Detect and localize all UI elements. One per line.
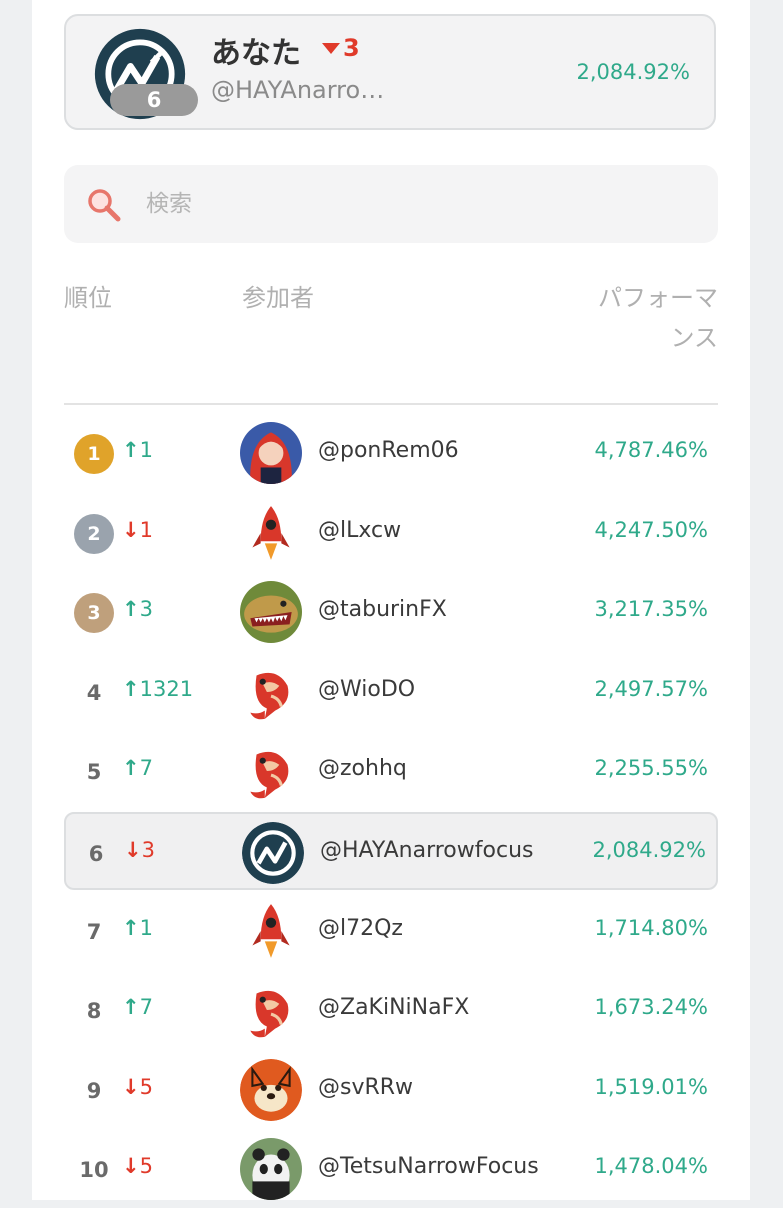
arrow-down-icon: ↓ (124, 838, 142, 862)
your-rank-card[interactable]: 6 あなた 3 @HAYAnarro… 2,084.92% (64, 14, 716, 130)
avatar-rocket[interactable] (240, 900, 302, 962)
participant-handle[interactable]: @svRRw (318, 1075, 413, 1100)
leaderboard-row[interactable]: 3 ↑3 @taburinFX 3,217.35% (64, 573, 718, 651)
avatar-panda[interactable] (240, 1138, 302, 1200)
column-header-rank[interactable]: 順位 (64, 278, 112, 313)
arrow-down-icon: ↓ (122, 1154, 140, 1178)
rank-change-value: 5 (139, 1154, 153, 1178)
rank-change: ↑3 (122, 597, 153, 621)
participant-handle[interactable]: @ZaKiNiNaFX (318, 995, 469, 1020)
rank-number: 9 (86, 1079, 102, 1103)
avatar-rocket[interactable] (240, 502, 302, 564)
triangle-down-icon (322, 43, 340, 54)
arrow-up-icon: ↑ (122, 995, 140, 1019)
your-rank-change-value: 3 (343, 34, 360, 62)
rank-change: ↑1321 (122, 677, 193, 701)
your-rank-change: 3 (322, 34, 360, 62)
rank-change-value: 1 (139, 438, 153, 462)
rank-number: 4 (86, 681, 102, 705)
performance-value: 4,247.50% (594, 518, 708, 542)
rank-change: ↑7 (122, 995, 153, 1019)
rank-change-value: 7 (139, 995, 153, 1019)
arrow-up-icon: ↑ (122, 756, 140, 780)
rank-change-value: 5 (139, 1075, 153, 1099)
avatar-anime-girl[interactable] (240, 422, 302, 484)
rank-change-value: 7 (139, 756, 153, 780)
performance-value: 1,673.24% (594, 995, 708, 1019)
leaderboard-row[interactable]: 5 ↑7 @zohhq 2,255.55% (64, 732, 718, 810)
leaderboard-row[interactable]: 1 ↑1 @ponRem06 4,787.46% (64, 414, 718, 492)
participant-handle[interactable]: @WioDO (318, 677, 415, 702)
rank-change: ↑1 (122, 438, 153, 462)
performance-value: 4,787.46% (594, 438, 708, 462)
rank-change-value: 1 (139, 916, 153, 940)
rank-number: 10 (79, 1158, 109, 1182)
participant-handle[interactable]: @HAYAnarrowfocus (320, 838, 533, 863)
rank-change: ↑7 (122, 756, 153, 780)
search-icon (88, 189, 121, 222)
arrow-up-icon: ↑ (122, 677, 140, 701)
arrow-down-icon: ↓ (122, 1075, 140, 1099)
avatar-shiba[interactable] (240, 1059, 302, 1121)
search-bar[interactable] (64, 165, 718, 243)
performance-value: 2,497.57% (594, 677, 708, 701)
performance-value: 2,255.55% (594, 756, 708, 780)
performance-value: 3,217.35% (594, 597, 708, 621)
leaderboard-row[interactable]: 7 ↑1 @l72Qz 1,714.80% (64, 892, 718, 970)
rank-medal: 2 (74, 514, 114, 554)
leaderboard-row[interactable]: 10 ↓5 @TetsuNarrowFocus 1,478.04% (64, 1130, 718, 1208)
column-header-participant[interactable]: 参加者 (242, 278, 314, 313)
leaderboard-row[interactable]: 8 ↑7 @ZaKiNiNaFX 1,673.24% (64, 971, 718, 1049)
avatar-koi[interactable] (240, 661, 302, 723)
avatar-koi[interactable] (240, 740, 302, 802)
participant-handle[interactable]: @zohhq (318, 756, 407, 781)
arrow-up-icon: ↑ (122, 438, 140, 462)
participant-handle[interactable]: @lLxcw (318, 518, 401, 543)
your-rank-badge: 6 (110, 84, 198, 116)
performance-value: 2,084.92% (592, 838, 706, 862)
performance-value: 1,519.01% (594, 1075, 708, 1099)
avatar-logo[interactable] (242, 822, 304, 884)
participant-handle[interactable]: @TetsuNarrowFocus (318, 1154, 539, 1179)
your-handle: @HAYAnarro… (211, 76, 385, 104)
leaderboard-row[interactable]: 6 ↓3 @HAYAnarrowfocus 2,084.92% (64, 812, 718, 890)
header-divider (64, 403, 718, 405)
your-name: あなた (211, 36, 301, 71)
rank-change-value: 3 (139, 597, 153, 621)
rank-change-value: 1321 (139, 677, 194, 701)
participant-handle[interactable]: @taburinFX (318, 597, 447, 622)
your-performance: 2,084.92% (576, 60, 690, 84)
rank-number: 6 (88, 842, 104, 866)
rank-change: ↑1 (122, 916, 153, 940)
column-header-performance[interactable]: パフォーマンス (598, 278, 718, 358)
participant-handle[interactable]: @l72Qz (318, 916, 403, 941)
performance-value: 1,714.80% (594, 916, 708, 940)
rank-change-value: 3 (141, 838, 155, 862)
rank-change-value: 1 (139, 518, 153, 542)
leaderboard-row[interactable]: 4 ↑1321 @WioDO 2,497.57% (64, 653, 718, 731)
rank-change: ↓1 (122, 518, 153, 542)
participant-handle[interactable]: @ponRem06 (318, 438, 459, 463)
rank-number: 5 (86, 760, 102, 784)
avatar-koi[interactable] (240, 979, 302, 1041)
leaderboard-row[interactable]: 2 ↓1 @lLxcw 4,247.50% (64, 494, 718, 572)
avatar-dinosaur[interactable] (240, 581, 302, 643)
arrow-down-icon: ↓ (122, 518, 140, 542)
rank-medal: 1 (74, 434, 114, 474)
arrow-up-icon: ↑ (122, 597, 140, 621)
rank-number: 8 (86, 999, 102, 1023)
page: 6 あなた 3 @HAYAnarro… 2,084.92% 順位 参加者 パフォ… (32, 0, 750, 1200)
rank-change: ↓5 (122, 1075, 153, 1099)
performance-value: 1,478.04% (594, 1154, 708, 1178)
rank-change: ↓5 (122, 1154, 153, 1178)
arrow-up-icon: ↑ (122, 916, 140, 940)
leaderboard-row[interactable]: 9 ↓5 @svRRw 1,519.01% (64, 1051, 718, 1129)
search-input[interactable] (144, 183, 688, 225)
rank-medal: 3 (74, 593, 114, 633)
rank-change: ↓3 (124, 838, 155, 862)
rank-number: 7 (86, 920, 102, 944)
